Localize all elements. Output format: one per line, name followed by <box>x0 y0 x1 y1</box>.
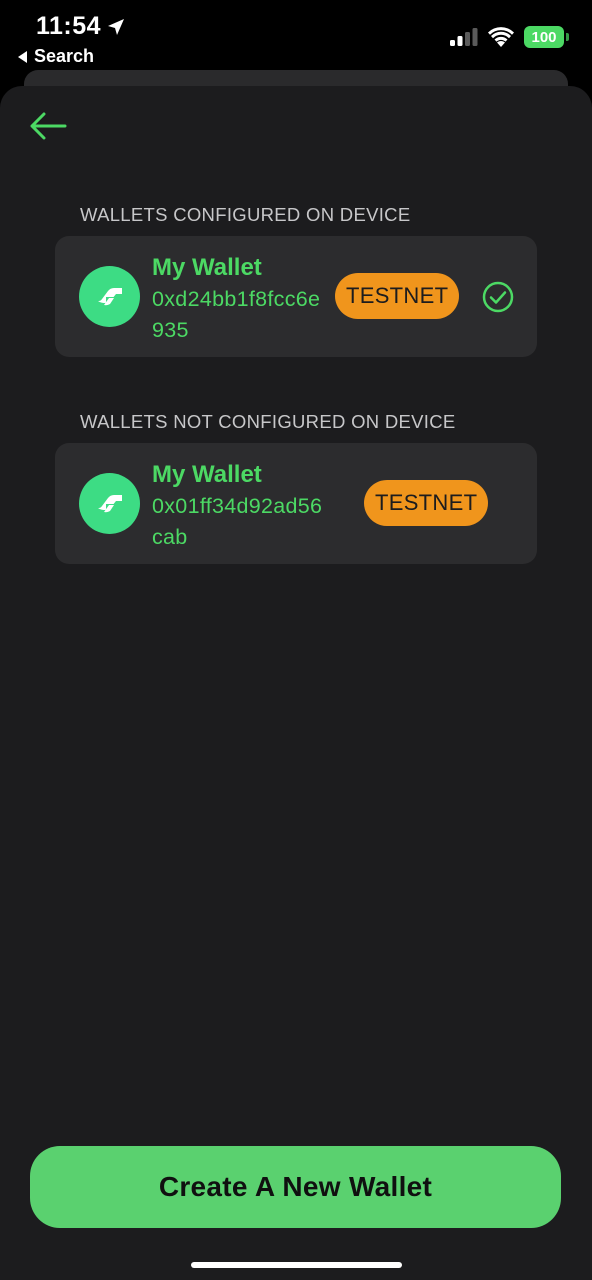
selected-check-icon <box>482 281 514 313</box>
wallet-card-not-configured[interactable]: My Wallet 0x01ff34d92ad56cab TESTNET <box>55 443 537 564</box>
not-configured-section-label: WALLETS NOT CONFIGURED ON DEVICE <box>80 411 456 432</box>
back-to-search-link[interactable]: Search <box>18 46 94 67</box>
back-button[interactable] <box>24 108 72 144</box>
network-badge: TESTNET <box>364 480 489 526</box>
battery-icon: 100 <box>524 26 569 48</box>
wallet-sheet: WALLETS CONFIGURED ON DEVICE My Wallet 0… <box>0 86 592 1280</box>
wallet-name: My Wallet <box>152 254 262 281</box>
status-time: 11:54 <box>36 12 125 41</box>
battery-level: 100 <box>531 28 557 46</box>
back-triangle-icon <box>18 50 27 63</box>
flow-logo-icon <box>79 473 140 534</box>
status-bar: 11:54 Search 100 <box>0 0 592 72</box>
time-text: 11:54 <box>36 12 102 40</box>
status-indicators: 100 <box>450 26 569 48</box>
location-arrow-icon <box>108 18 125 35</box>
wallet-address: 0xd24bb1f8fcc6e935 <box>152 287 321 342</box>
network-badge: TESTNET <box>335 273 460 319</box>
wallet-card-configured[interactable]: My Wallet 0xd24bb1f8fcc6e935 TESTNET <box>55 236 537 357</box>
wallet-name: My Wallet <box>152 461 262 488</box>
flow-logo-icon <box>79 266 140 327</box>
wallet-address: 0x01ff34d92ad56cab <box>152 494 323 549</box>
configured-section-label: WALLETS CONFIGURED ON DEVICE <box>80 204 411 225</box>
home-indicator[interactable] <box>191 1262 402 1268</box>
wifi-icon <box>488 27 514 47</box>
cellular-signal-icon <box>450 28 478 46</box>
create-new-wallet-button[interactable]: Create A New Wallet <box>30 1146 561 1228</box>
arrow-left-icon <box>30 112 67 140</box>
back-app-label: Search <box>34 46 95 66</box>
